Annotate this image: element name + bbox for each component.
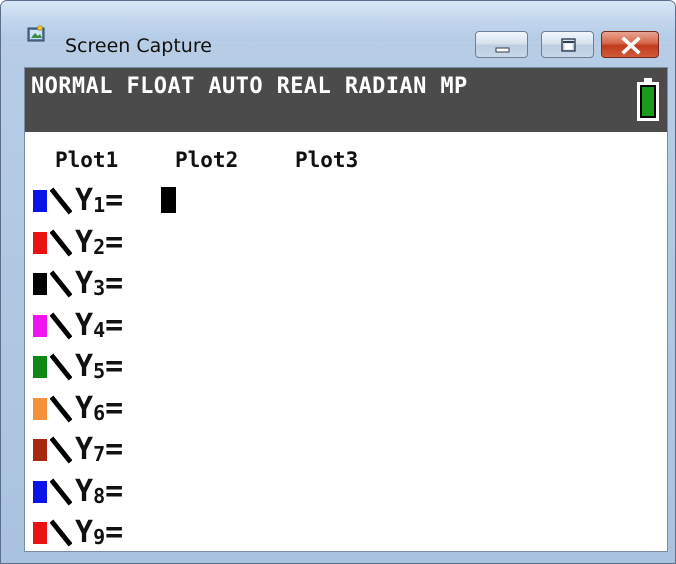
equation-label: Y8= [75, 474, 123, 512]
equals-sign: = [105, 307, 124, 343]
line-style-icon[interactable] [50, 228, 72, 257]
function-index: 1 [93, 193, 106, 217]
plot2-tab[interactable]: Plot2 [175, 145, 238, 175]
function-index: 2 [93, 234, 106, 259]
function-index: 8 [93, 483, 106, 508]
line-style-icon[interactable] [50, 187, 72, 215]
equation-row-y4[interactable]: Y4= [33, 306, 633, 346]
line-style-icon[interactable] [50, 477, 72, 506]
line-style-icon[interactable] [50, 519, 72, 547]
equals-sign: = [105, 390, 124, 426]
function-index: 5 [93, 359, 106, 383]
equation-label: Y1= [75, 183, 123, 221]
function-name: Y [75, 515, 94, 550]
function-index: 7 [93, 442, 106, 466]
line-style-icon[interactable] [50, 353, 72, 381]
status-bar: NORMAL FLOAT AUTO REAL RADIAN MP [25, 68, 667, 132]
equation-row-y6[interactable]: Y6= [33, 389, 633, 429]
equation-label: Y2= [75, 225, 123, 263]
equals-sign: = [105, 515, 124, 550]
function-name: Y [75, 473, 94, 509]
function-index: 9 [93, 525, 106, 549]
text-cursor [161, 187, 176, 213]
maximize-icon [561, 38, 576, 52]
equals-sign: = [105, 224, 124, 260]
equals-sign: = [105, 183, 124, 218]
function-name: Y [75, 307, 94, 343]
line-style-icon[interactable] [50, 270, 72, 298]
battery-icon [637, 78, 659, 121]
graph-color-swatch[interactable] [33, 522, 47, 544]
line-style-icon[interactable] [50, 311, 72, 340]
function-index: 4 [93, 317, 106, 342]
graph-color-swatch[interactable] [33, 356, 47, 378]
equation-label: Y9= [75, 515, 124, 551]
equation-row-y9[interactable]: Y9= [33, 513, 633, 551]
equals-sign: = [105, 266, 124, 301]
calculator-screen: NORMAL FLOAT AUTO REAL RADIAN MP Plot1 P… [24, 67, 668, 552]
function-name: Y [75, 432, 94, 467]
maximize-button[interactable] [541, 31, 594, 58]
screen-capture-window: Screen Capture NORMAL FLOAT AUTO REAL RA… [0, 0, 676, 564]
function-name: Y [75, 266, 94, 301]
graph-color-swatch[interactable] [33, 397, 47, 420]
function-name: Y [75, 390, 94, 426]
equation-label: Y6= [75, 391, 123, 429]
close-button[interactable] [601, 31, 659, 58]
equation-row-y3[interactable]: Y3= [33, 264, 633, 304]
equation-row-y1[interactable]: Y1= [33, 181, 633, 221]
app-icon [27, 25, 45, 42]
equation-label: Y7= [75, 432, 123, 470]
line-style-icon[interactable] [50, 394, 72, 423]
mode-status-text: NORMAL FLOAT AUTO REAL RADIAN MP [31, 74, 468, 99]
minimize-button[interactable] [475, 31, 528, 58]
function-name: Y [75, 349, 94, 384]
plot3-tab[interactable]: Plot3 [295, 145, 358, 175]
equals-sign: = [105, 349, 124, 384]
equation-row-y7[interactable]: Y7= [33, 430, 633, 470]
close-icon [621, 36, 641, 55]
equation-row-y5[interactable]: Y5= [33, 347, 633, 387]
graph-color-swatch[interactable] [33, 439, 47, 461]
function-index: 3 [93, 276, 106, 300]
equals-sign: = [105, 473, 124, 509]
graph-color-swatch[interactable] [33, 190, 47, 212]
title-bar[interactable]: Screen Capture [1, 1, 675, 58]
equation-row-y8[interactable]: Y8= [33, 472, 633, 512]
graph-color-swatch[interactable] [33, 231, 47, 254]
equation-label: Y3= [75, 266, 123, 304]
function-index: 6 [93, 400, 106, 425]
function-name: Y [75, 183, 94, 218]
window-title: Screen Capture [65, 35, 212, 57]
plot1-tab[interactable]: Plot1 [55, 145, 118, 175]
equation-label: Y4= [75, 308, 123, 346]
function-name: Y [75, 224, 94, 260]
equals-sign: = [105, 432, 124, 467]
graph-color-swatch[interactable] [33, 273, 47, 295]
equation-row-y2[interactable]: Y2= [33, 223, 633, 263]
graph-color-swatch[interactable] [33, 314, 47, 337]
graph-color-swatch[interactable] [33, 480, 47, 503]
line-style-icon[interactable] [50, 436, 72, 464]
equation-label: Y5= [75, 349, 123, 387]
minimize-icon [495, 47, 510, 53]
